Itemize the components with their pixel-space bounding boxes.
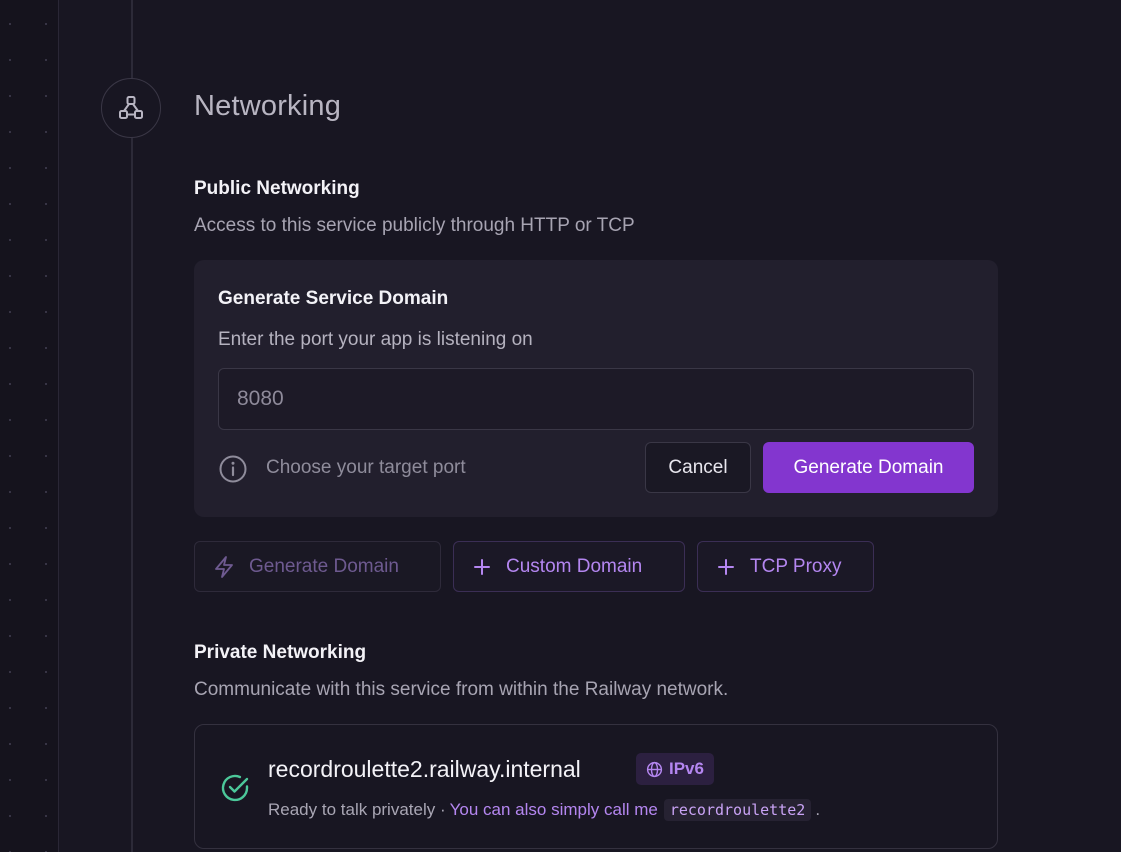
globe-icon — [646, 761, 663, 777]
alias-trailing: . — [815, 800, 821, 819]
private-hostname[interactable]: recordroulette2.railway.internal — [268, 756, 581, 783]
lightning-icon — [215, 555, 233, 578]
port-label: Enter the port your app is listening on — [218, 329, 533, 350]
private-networking-card: recordroulette2.railway.internal IPv6 Re… — [194, 724, 998, 849]
tcp-proxy-button[interactable]: TCP Proxy — [697, 541, 874, 592]
plus-icon — [718, 558, 734, 575]
info-icon — [219, 455, 247, 483]
generate-domain-submit-button[interactable]: Generate Domain — [763, 442, 974, 493]
card-title: Generate Service Domain — [218, 288, 449, 309]
plus-icon — [474, 558, 490, 575]
tcp-proxy-label: TCP Proxy — [750, 555, 842, 577]
ipv6-label: IPv6 — [669, 759, 704, 778]
generate-domain-card: Generate Service Domain Enter the port y… — [194, 260, 998, 517]
port-input[interactable] — [218, 368, 974, 430]
ready-status: Ready to talk privately · — [268, 800, 446, 819]
page-title: Networking — [194, 90, 342, 122]
public-networking-heading: Public Networking — [194, 178, 360, 199]
custom-domain-button[interactable]: Custom Domain — [453, 541, 685, 592]
check-circle-icon — [221, 774, 249, 802]
private-status-line: Ready to talk privately · You can also s… — [268, 799, 820, 821]
public-networking-description: Access to this service publicly through … — [194, 215, 635, 236]
private-networking-heading: Private Networking — [194, 642, 367, 663]
custom-domain-label: Custom Domain — [506, 555, 643, 577]
ipv6-badge: IPv6 — [636, 753, 714, 785]
network-nodes-icon — [101, 78, 161, 138]
private-networking-description: Communicate with this service from withi… — [194, 679, 729, 700]
left-dotted-rail — [0, 0, 58, 852]
port-hint: Choose your target port — [266, 457, 466, 478]
rail-divider — [58, 0, 59, 852]
cancel-button[interactable]: Cancel — [645, 442, 751, 493]
generate-domain-label: Generate Domain — [249, 555, 399, 577]
alias-code[interactable]: recordroulette2 — [663, 799, 812, 821]
alias-text: You can also simply call me — [449, 800, 658, 819]
generate-domain-button[interactable]: Generate Domain — [194, 541, 441, 592]
